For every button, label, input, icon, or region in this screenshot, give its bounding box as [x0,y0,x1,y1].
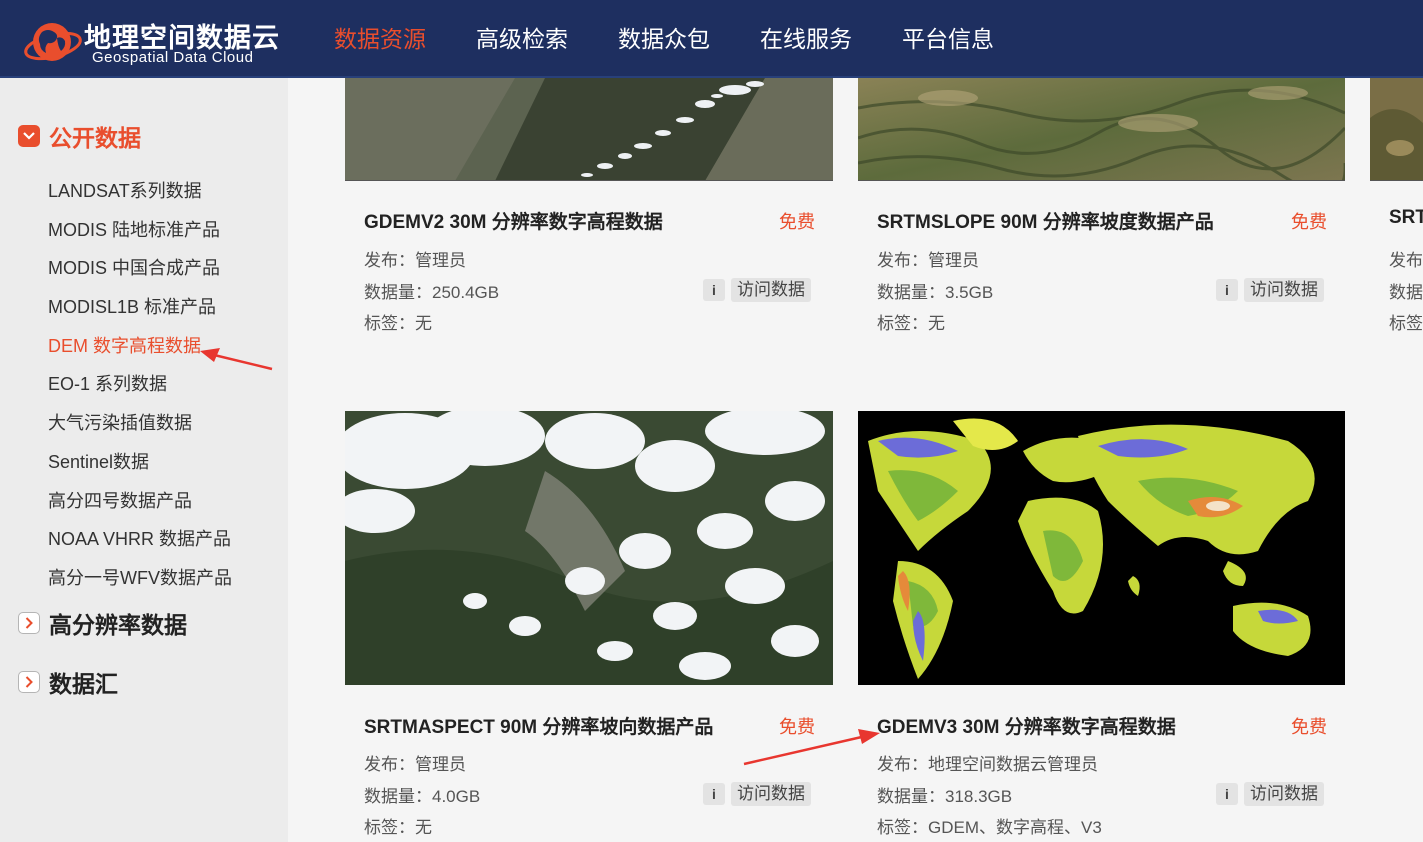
visit-data-button[interactable]: 访问数据 [731,278,811,302]
info-icon[interactable]: i [703,279,725,301]
top-header: 地理空间数据云 Geospatial Data Cloud 数据资源 高级检索 … [0,0,1423,78]
card-title[interactable]: SRTMASPECT 90M 分辨率坡向数据产品 [364,712,713,739]
card-size: 数据量：250.4GB [364,283,500,302]
card-thumbnail-gdemv3[interactable] [858,411,1345,685]
nav-online-services[interactable]: 在线服务 [760,0,852,78]
card-thumbnail-srtmslope[interactable] [858,78,1345,181]
card-publisher: 发布：管理员 [877,251,979,270]
sidebar-item-modis-land[interactable]: MODIS 陆地标准产品 [48,211,232,250]
card-size: 数据 [1389,283,1423,302]
card-tags: 标签：无 [877,314,945,333]
card-size: 数据量：318.3GB [877,787,1013,806]
info-icon[interactable]: i [1216,783,1238,805]
category-high-resolution[interactable]: 高分辨率数据 [18,606,187,640]
card-thumbnail-srtmaspect[interactable] [345,411,833,685]
price-badge: 免费 [779,212,815,232]
card-thumbnail-srt[interactable] [1370,78,1423,181]
card-tags: 标签 [1389,314,1423,333]
visit-data-button[interactable]: 访问数据 [731,782,811,806]
chevron-right-icon [18,671,40,693]
visit-data-button[interactable]: 访问数据 [1244,782,1324,806]
sidebar-item-eo1[interactable]: EO-1 系列数据 [48,365,232,404]
main-nav: 数据资源 高级检索 数据众包 在线服务 平台信息 [334,0,1044,78]
card-title[interactable]: SRTMSLOPE 90M 分辨率坡度数据产品 [877,207,1214,234]
sidebar-item-modisl1b[interactable]: MODISL1B 标准产品 [48,288,232,327]
sidebar-item-noaa-vhrr[interactable]: NOAA VHRR 数据产品 [48,520,232,559]
site-logo[interactable]: 地理空间数据云 Geospatial Data Cloud [22,12,282,68]
card-thumbnail-gdemv2[interactable] [345,78,833,181]
price-badge: 免费 [779,717,815,737]
nav-platform-info[interactable]: 平台信息 [902,0,994,78]
visit-data-button[interactable]: 访问数据 [1244,278,1324,302]
category-label: 高分辨率数据 [49,612,187,638]
card-title[interactable]: SRT [1389,207,1423,229]
card-title[interactable]: GDEMV2 30M 分辨率数字高程数据 [364,207,663,234]
card-size: 数据量：4.0GB [364,787,481,806]
logo-english-name: Geospatial Data Cloud [92,49,254,66]
card-tags: 标签：无 [364,314,432,333]
category-label: 公开数据 [49,125,141,151]
globe-logo-icon [24,23,82,61]
sidebar-item-landsat[interactable]: LANDSAT系列数据 [48,172,232,211]
category-public-data[interactable]: 公开数据 [18,119,141,153]
sidebar-item-modis-china[interactable]: MODIS 中国合成产品 [48,249,232,288]
chevron-right-icon [18,612,40,634]
sidebar-item-gf1-wfv[interactable]: 高分一号WFV数据产品 [48,559,232,598]
nav-crowdsourcing[interactable]: 数据众包 [618,0,710,78]
sidebar: 公开数据 LANDSAT系列数据 MODIS 陆地标准产品 MODIS 中国合成… [0,78,288,842]
chevron-down-icon [18,125,40,147]
card-size: 数据量：3.5GB [877,283,994,302]
card-publisher: 发布：管理员 [364,251,466,270]
sidebar-item-air-pollution[interactable]: 大气污染插值数据 [48,404,232,443]
card-tags: 标签：GDEM、数字高程、V3 [877,818,1102,837]
card-title[interactable]: GDEMV3 30M 分辨率数字高程数据 [877,712,1176,739]
info-icon[interactable]: i [1216,279,1238,301]
sidebar-item-dem[interactable]: DEM 数字高程数据 [48,327,232,366]
nav-advanced-search[interactable]: 高级检索 [476,0,568,78]
price-badge: 免费 [1291,717,1327,737]
info-icon[interactable]: i [703,783,725,805]
sidebar-item-gf4[interactable]: 高分四号数据产品 [48,482,232,521]
price-badge: 免费 [1291,212,1327,232]
public-data-list: LANDSAT系列数据 MODIS 陆地标准产品 MODIS 中国合成产品 MO… [48,172,232,598]
sidebar-item-sentinel[interactable]: Sentinel数据 [48,443,232,482]
card-publisher: 发布：管理员 [364,755,466,774]
category-data-hub[interactable]: 数据汇 [18,665,118,699]
card-tags: 标签：无 [364,818,432,837]
card-publisher: 发布：地理空间数据云管理员 [877,755,1098,774]
nav-data-resources[interactable]: 数据资源 [334,0,426,78]
category-label: 数据汇 [49,671,118,697]
card-publisher: 发布 [1389,251,1423,270]
